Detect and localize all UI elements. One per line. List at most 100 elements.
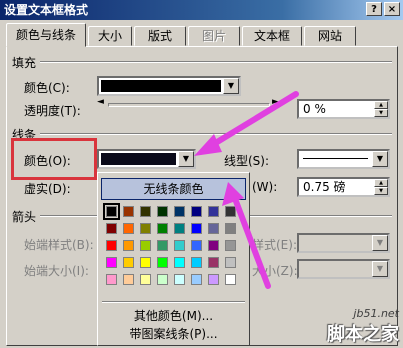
color-swatch[interactable] — [157, 240, 168, 251]
end-size-label: 大小(Z): — [252, 264, 298, 278]
line-color-swatch — [101, 153, 176, 165]
chevron-down-icon[interactable]: ▼ — [178, 151, 194, 167]
spin-up-icon[interactable]: ▲ — [374, 179, 388, 187]
fill-color-combo[interactable]: ▼ — [97, 76, 241, 96]
line-color-popup: 无线条颜色 其他颜色(M)... 带图案线条(P)... — [97, 172, 250, 346]
color-swatch[interactable] — [140, 274, 151, 285]
tab-colors-and-lines[interactable]: 颜色与线条 — [6, 23, 86, 47]
line-separator — [40, 133, 392, 135]
color-swatch[interactable] — [140, 240, 151, 251]
close-button[interactable]: × — [384, 2, 400, 16]
color-swatch[interactable] — [123, 206, 134, 217]
spin-up-icon[interactable]: ▲ — [374, 101, 388, 109]
tab-size[interactable]: 大小 — [88, 26, 132, 46]
begin-style-label: 始端样式(B): — [24, 238, 94, 252]
color-swatch[interactable] — [174, 206, 185, 217]
tab-website[interactable]: 网站 — [304, 26, 356, 46]
fill-color-label: 颜色(C): — [24, 81, 70, 95]
title-bar: 设置文本框格式 ? × — [0, 0, 403, 20]
menu-separator — [102, 301, 245, 303]
color-swatch[interactable] — [140, 223, 151, 234]
window-title: 设置文本框格式 — [4, 3, 89, 17]
line-style-label: 线型(S): — [224, 154, 270, 168]
color-swatch[interactable] — [225, 240, 236, 251]
color-swatch[interactable] — [106, 223, 117, 234]
transparency-value: 0 % — [303, 102, 326, 116]
color-swatch[interactable] — [123, 240, 134, 251]
spin-down-icon[interactable]: ▼ — [374, 187, 388, 195]
begin-size-label: 始端大小(I): — [24, 264, 89, 278]
fill-section-label: 填充 — [12, 56, 37, 70]
chevron-down-icon[interactable]: ▼ — [372, 151, 388, 167]
color-swatch[interactable] — [225, 274, 236, 285]
color-swatch[interactable] — [208, 223, 219, 234]
color-swatch[interactable] — [106, 240, 117, 251]
watermark-url: jb51.net — [353, 307, 399, 320]
more-colors-item[interactable]: 其他颜色(M)... — [98, 307, 249, 324]
tab-layout[interactable]: 版式 — [134, 26, 186, 46]
tab-label: 大小 — [97, 29, 122, 43]
transparency-label: 透明度(T): — [24, 104, 81, 118]
patterned-lines-item[interactable]: 带图案线条(P)... — [98, 325, 249, 342]
color-swatch[interactable] — [191, 274, 202, 285]
line-color-combo[interactable]: ▼ — [97, 149, 196, 169]
fill-separator — [40, 61, 392, 63]
color-swatch[interactable] — [191, 223, 202, 234]
color-swatch[interactable] — [123, 223, 134, 234]
weight-input[interactable]: 0.75 磅 ▲ ▼ — [297, 177, 390, 197]
transparency-input[interactable]: 0 % ▲ ▼ — [297, 99, 390, 119]
color-swatch[interactable] — [225, 206, 236, 217]
weight-spinner[interactable]: ▲ ▼ — [374, 179, 388, 195]
color-swatch[interactable] — [174, 257, 185, 268]
tab-label: 颜色与线条 — [15, 28, 76, 42]
color-swatch[interactable] — [123, 257, 134, 268]
end-size-combo: ▼ — [297, 259, 390, 279]
weight-value: 0.75 磅 — [303, 180, 346, 194]
dash-label: 虚实(D): — [24, 182, 71, 196]
color-swatch[interactable] — [191, 206, 202, 217]
watermark: jb51.net 脚本之家 — [327, 307, 399, 346]
end-style-label: 样式(E): — [252, 238, 297, 252]
tab-textbox[interactable]: 文本框 — [242, 26, 302, 46]
color-swatch[interactable] — [174, 274, 185, 285]
transparency-spinner[interactable]: ▲ ▼ — [374, 101, 388, 117]
color-swatch[interactable] — [157, 206, 168, 217]
chevron-down-icon: ▼ — [372, 261, 388, 277]
help-button[interactable]: ? — [366, 2, 382, 16]
color-swatch[interactable] — [225, 257, 236, 268]
weight-label: (W): — [252, 180, 278, 194]
color-swatch[interactable] — [157, 257, 168, 268]
color-swatch[interactable] — [106, 274, 117, 285]
slider-right-arrow-icon[interactable]: ► — [272, 97, 279, 107]
color-swatch[interactable] — [208, 206, 219, 217]
no-line-color-button[interactable]: 无线条颜色 — [101, 178, 246, 200]
tab-label: 网站 — [317, 29, 342, 43]
color-swatch[interactable] — [208, 274, 219, 285]
line-style-sample — [303, 158, 368, 159]
tab-picture: 图片 — [188, 26, 240, 46]
line-style-combo[interactable]: ▼ — [297, 149, 390, 169]
color-swatch[interactable] — [103, 203, 120, 220]
slider-left-arrow-icon[interactable]: ◄ — [97, 97, 104, 107]
chevron-down-icon: ▼ — [372, 235, 388, 251]
color-swatch[interactable] — [140, 257, 151, 268]
color-swatch[interactable] — [123, 274, 134, 285]
color-swatch[interactable] — [174, 240, 185, 251]
transparency-slider[interactable] — [108, 103, 270, 107]
color-swatch[interactable] — [191, 240, 202, 251]
end-style-combo: ▼ — [297, 233, 390, 253]
color-swatch[interactable] — [225, 223, 236, 234]
arrows-section-label: 箭头 — [12, 210, 37, 224]
color-swatch[interactable] — [208, 240, 219, 251]
color-swatch[interactable] — [106, 257, 117, 268]
color-swatch[interactable] — [208, 257, 219, 268]
color-swatch[interactable] — [140, 206, 151, 217]
color-swatch[interactable] — [174, 223, 185, 234]
tab-label: 版式 — [147, 29, 172, 43]
chevron-down-icon[interactable]: ▼ — [223, 78, 239, 94]
spin-down-icon[interactable]: ▼ — [374, 109, 388, 117]
color-swatch[interactable] — [191, 257, 202, 268]
color-swatch[interactable] — [157, 274, 168, 285]
watermark-site-name: 脚本之家 — [327, 324, 399, 345]
color-swatch[interactable] — [157, 223, 168, 234]
